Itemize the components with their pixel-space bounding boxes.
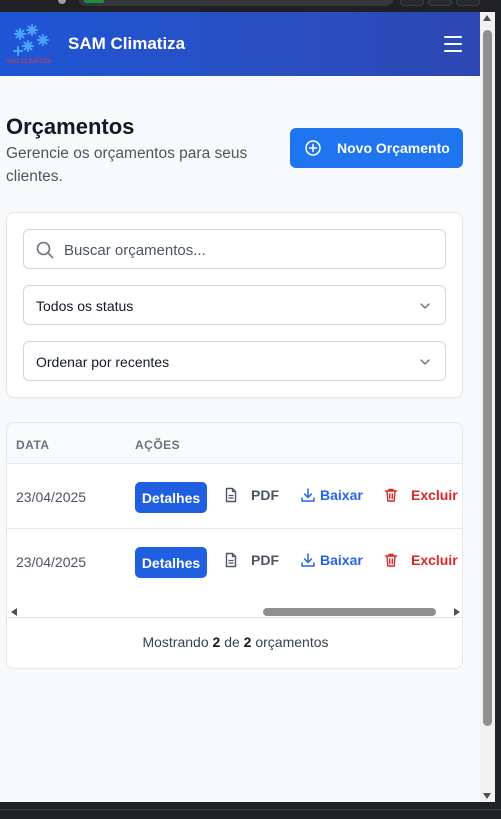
- plus-circle-icon: [305, 140, 321, 156]
- download-button[interactable]: Baixar: [300, 552, 363, 568]
- hamburger-menu-icon[interactable]: [444, 36, 464, 52]
- page-viewport: SAM CLIMATIZA SAM Climatiza Orçamentos G…: [0, 12, 480, 802]
- details-button[interactable]: Detalhes: [135, 482, 207, 513]
- results-count: Mostrando 2 de 2 orçamentos: [142, 634, 329, 650]
- details-button[interactable]: Detalhes: [135, 547, 207, 578]
- sort-select-value: Ordenar por recentes: [36, 354, 170, 370]
- table-header: DATA AÇÕES: [7, 423, 462, 464]
- status-select[interactable]: Todos os status: [23, 285, 446, 325]
- horizontal-scrollbar[interactable]: [7, 594, 462, 618]
- trash-icon: [384, 553, 398, 567]
- vertical-scrollbar[interactable]: [480, 12, 495, 802]
- file-text-icon: [225, 552, 237, 568]
- delete-button[interactable]: Excluir: [383, 487, 458, 503]
- status-select-value: Todos os status: [36, 298, 134, 314]
- download-icon: [301, 488, 315, 502]
- delete-label: Excluir: [411, 487, 458, 503]
- delete-label: Excluir: [411, 552, 458, 568]
- page-title: Orçamentos: [6, 114, 135, 139]
- browser-chrome: [0, 0, 501, 12]
- file-text-icon: [225, 487, 237, 503]
- row-date: 23/04/2025: [16, 554, 87, 570]
- snowflake-logo-icon[interactable]: SAM CLIMATIZA: [6, 23, 60, 65]
- download-button[interactable]: Baixar: [300, 487, 363, 503]
- pdf-button[interactable]: PDF: [223, 487, 279, 503]
- secure-badge-icon: [84, 0, 104, 3]
- column-header-date[interactable]: DATA: [16, 438, 50, 452]
- delete-button[interactable]: Excluir: [383, 552, 458, 568]
- scrollbar-thumb[interactable]: [263, 608, 436, 616]
- search-icon: [36, 241, 54, 259]
- download-label: Baixar: [320, 552, 363, 568]
- new-quote-button[interactable]: Novo Orçamento: [290, 128, 463, 168]
- page-info-icon[interactable]: [58, 0, 66, 4]
- scrollbar-thumb[interactable]: [483, 30, 492, 726]
- profile-button[interactable]: [428, 0, 452, 6]
- address-bar[interactable]: [78, 0, 394, 6]
- browser-bottom-bar: [0, 802, 501, 819]
- window-edge: [495, 12, 501, 802]
- brand-name[interactable]: SAM Climatiza: [68, 34, 185, 54]
- search-input[interactable]: Buscar orçamentos...: [23, 229, 446, 269]
- new-quote-label: Novo Orçamento: [337, 140, 450, 156]
- download-icon: [301, 553, 315, 567]
- scroll-up-arrow-icon[interactable]: [483, 15, 491, 21]
- pdf-label: PDF: [251, 487, 279, 503]
- pdf-label: PDF: [251, 552, 279, 568]
- scroll-right-arrow-icon[interactable]: [454, 608, 460, 616]
- scroll-down-arrow-icon[interactable]: [483, 793, 491, 799]
- app-header: SAM CLIMATIZA SAM Climatiza: [0, 12, 480, 76]
- quotes-table-card: DATA AÇÕES 23/04/2025 Detalhes PDF Baixa…: [6, 422, 463, 669]
- trash-icon: [384, 488, 398, 502]
- table-row: 23/04/2025 Detalhes PDF Baixar Excluir: [7, 464, 462, 529]
- column-header-actions: AÇÕES: [135, 438, 181, 452]
- chevron-down-icon: [420, 359, 430, 365]
- browser-menu-button[interactable]: [456, 0, 480, 6]
- table-row: 23/04/2025 Detalhes PDF Baixar Excluir: [7, 529, 462, 594]
- chevron-down-icon: [420, 303, 430, 309]
- svg-text:SAM CLIMATIZA: SAM CLIMATIZA: [6, 59, 52, 65]
- download-label: Baixar: [320, 487, 363, 503]
- page-subtitle: Gerencie os orçamentos para seus cliente…: [6, 145, 248, 185]
- pdf-button[interactable]: PDF: [223, 552, 279, 568]
- search-placeholder: Buscar orçamentos...: [64, 242, 206, 259]
- row-date: 23/04/2025: [16, 489, 87, 505]
- scroll-left-arrow-icon[interactable]: [11, 608, 17, 616]
- filters-card: Buscar orçamentos... Todos os status Ord…: [6, 212, 463, 398]
- extension-button[interactable]: [400, 0, 424, 6]
- sort-select[interactable]: Ordenar por recentes: [23, 341, 446, 381]
